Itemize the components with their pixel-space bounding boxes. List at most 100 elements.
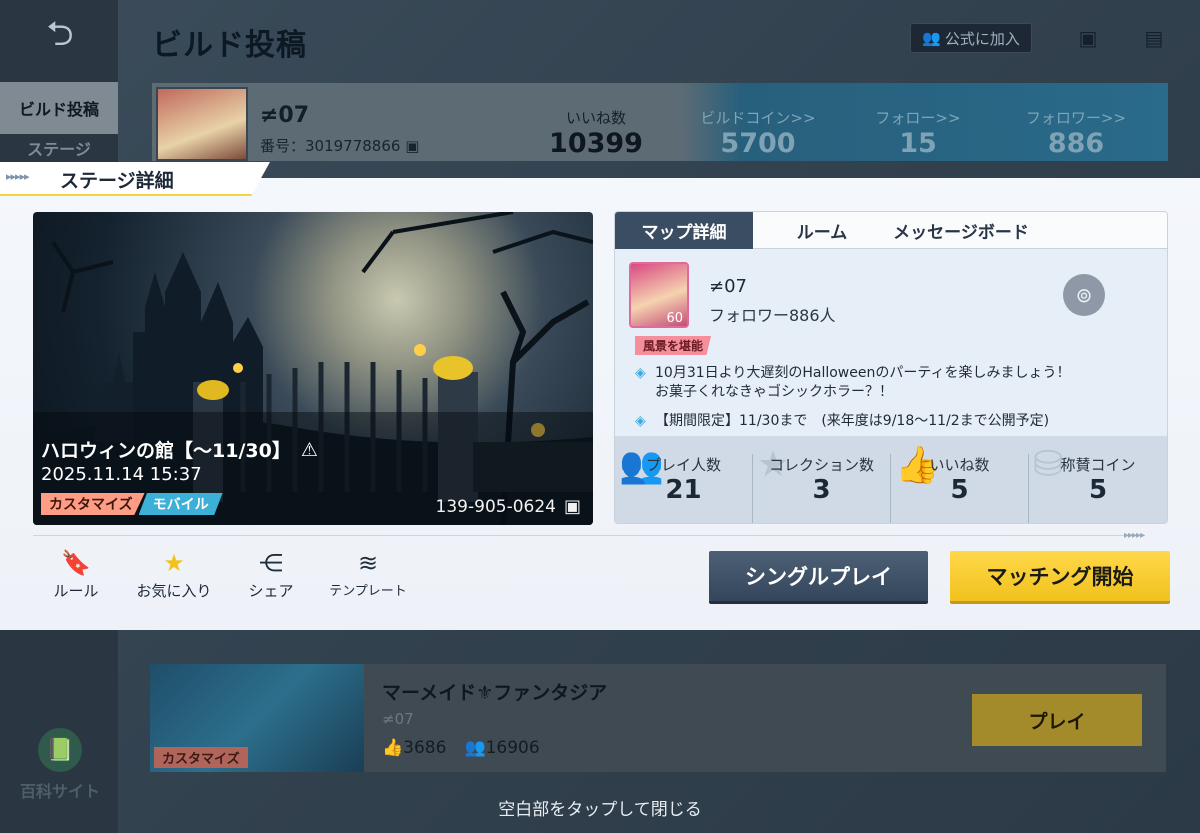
share-icon[interactable]: ⊚ bbox=[1063, 274, 1105, 316]
stats-row: 👥 プレイ人数 21 ★ コレクション数 3 👍 いいね数 5 ⛁ 称賛コイン … bbox=[615, 436, 1167, 523]
stage-code-text: 139-905-0624 bbox=[435, 496, 556, 517]
wiki-site-button[interactable]: 📗 百科サイト bbox=[10, 728, 110, 802]
stage-thumbnail: カスタマイズ bbox=[150, 664, 364, 772]
join-official-label: 公式に加入 bbox=[944, 29, 1020, 48]
tab-message-board[interactable]: メッセージボード bbox=[891, 212, 1031, 249]
stat-coins: ⛁ 称賛コイン 5 bbox=[1029, 444, 1167, 523]
start-matching-button[interactable]: マッチング開始 bbox=[950, 551, 1170, 601]
profile-likes: いいね数 10399 bbox=[536, 107, 656, 159]
play-button[interactable]: プレイ bbox=[972, 694, 1142, 746]
stat-label: 称賛コイン bbox=[1060, 456, 1136, 474]
profile-coins[interactable]: ビルドコイン>> 5700 bbox=[698, 107, 818, 159]
action-label: シェア bbox=[248, 582, 294, 600]
share-icon: ⋲ bbox=[259, 549, 283, 577]
join-official-button[interactable]: 👥 公式に加入 bbox=[910, 23, 1032, 53]
follow-label: フォロー>> bbox=[875, 109, 961, 127]
description-text: 【期間限定】11/30まで (来年度は9/18～11/2まで公開予定) bbox=[655, 413, 1050, 429]
modal-title: ステージ詳細 bbox=[60, 170, 174, 192]
stage-image: ハロウィンの館【～11/30】 ⚠ 2025.11.14 15:37 カスタマイ… bbox=[33, 212, 593, 525]
author-level: 60 bbox=[666, 311, 683, 326]
stage-title: ハロウィンの館【～11/30】 ⚠ bbox=[41, 436, 318, 463]
stage-card-title: マーメイド⚜ファンタジア bbox=[382, 682, 608, 704]
stage-card-stats: 👍3686 👥16906 bbox=[382, 738, 540, 758]
followers-value: 886 bbox=[1047, 128, 1105, 159]
single-play-button[interactable]: シングルプレイ bbox=[709, 551, 928, 601]
stage-tags: カスタマイズ モバイル bbox=[41, 493, 223, 515]
tag-customize: カスタマイズ bbox=[41, 493, 145, 515]
favorite-button[interactable]: ★ お気に入り bbox=[128, 546, 220, 601]
share-button[interactable]: ⋲ シェア bbox=[236, 546, 306, 601]
stat-value: 5 bbox=[950, 475, 969, 505]
likes-value: 10399 bbox=[549, 128, 643, 159]
coins-label: ビルドコイン>> bbox=[700, 109, 816, 127]
chat-icon[interactable]: ▤ bbox=[1142, 26, 1166, 50]
description-text: 10月31日より大遅刻のHalloweenのパーティを楽しみましょう！お菓子くれ… bbox=[655, 365, 1071, 400]
copy-icon[interactable]: ▣ bbox=[405, 137, 419, 155]
players-icon: 👥 bbox=[464, 738, 486, 758]
coins-value: 5700 bbox=[720, 128, 796, 159]
template-button[interactable]: ≋ テンプレート bbox=[322, 546, 414, 599]
stat-value: 3 bbox=[812, 475, 831, 505]
thumbs-up-icon: 👍 bbox=[382, 738, 404, 758]
detail-tabs: マップ詳細 ルーム メッセージボード bbox=[615, 212, 1167, 249]
tab-room[interactable]: ルーム bbox=[753, 212, 891, 249]
players-count: 16906 bbox=[485, 738, 540, 758]
author-name: ≠07 bbox=[709, 276, 747, 297]
rule-book-icon: 🔖 bbox=[61, 549, 91, 577]
warning-icon[interactable]: ⚠ bbox=[301, 439, 318, 461]
profile-name: ≠07 bbox=[260, 103, 310, 128]
profile-bar: ≠07 番号：3019778866 ▣ いいね数 10399 ビルドコイン>> … bbox=[152, 83, 1168, 161]
profile-id-label: 番号：3019778866 bbox=[260, 137, 401, 155]
description-line: ◈ 【期間限定】11/30まで (来年度は9/18～11/2まで公開予定) bbox=[635, 412, 1155, 431]
stage-detail-modal: ▸▸▸▸▸ ステージ詳細 ハロウィンの館【～11/30】 ⚠ 2025.11.1… bbox=[0, 162, 1200, 630]
sidebar-item-label: ステージ bbox=[27, 140, 91, 159]
star-icon: ★ bbox=[163, 549, 185, 577]
stat-label: プレイ人数 bbox=[645, 456, 721, 474]
diamond-bullet-icon: ◈ bbox=[635, 365, 646, 381]
stage-title-text: ハロウィンの館【～11/30】 bbox=[41, 440, 291, 462]
stage-card-players: 👥16906 bbox=[464, 738, 539, 758]
author-followers: フォロワー886人 bbox=[709, 306, 836, 325]
rule-button[interactable]: 🔖 ルール bbox=[40, 546, 112, 601]
back-button[interactable]: ⮌ bbox=[30, 14, 90, 58]
close-hint[interactable]: 空白部をタップして閉じる bbox=[0, 795, 1200, 820]
stat-likes: 👍 いいね数 5 bbox=[891, 445, 1029, 523]
action-label: お気に入り bbox=[136, 582, 212, 600]
stat-value: 5 bbox=[1088, 475, 1108, 505]
stage-card-likes: 👍3686 bbox=[382, 738, 446, 758]
wiki-icon: 📗 bbox=[38, 728, 82, 772]
stage-date: 2025.11.14 15:37 bbox=[41, 464, 202, 485]
stat-label: コレクション数 bbox=[768, 456, 874, 474]
stage-card-author: ≠07 bbox=[382, 710, 414, 728]
copy-icon[interactable]: ▣ bbox=[564, 496, 581, 517]
follow-value: 15 bbox=[899, 128, 937, 159]
description-line: ◈ 10月31日より大遅刻のHalloweenのパーティを楽しみましょう！お菓子… bbox=[635, 364, 1075, 402]
profile-id: 番号：3019778866 ▣ bbox=[260, 135, 419, 156]
likes-label: いいね数 bbox=[565, 109, 626, 127]
action-label: ルール bbox=[53, 582, 99, 600]
profile-follow[interactable]: フォロー>> 15 bbox=[858, 107, 978, 159]
divider-arrows-icon: ▸▸▸▸▸ bbox=[1124, 530, 1145, 541]
header-arrows-icon: ▸▸▸▸▸ bbox=[6, 170, 30, 183]
profile-followers[interactable]: フォロワー>> 886 bbox=[1016, 107, 1136, 159]
tab-map-detail[interactable]: マップ詳細 bbox=[615, 212, 753, 249]
stat-collections: ★ コレクション数 3 bbox=[753, 444, 891, 523]
stat-value: 21 bbox=[665, 475, 702, 505]
divider bbox=[33, 535, 1143, 536]
modal-header: ▸▸▸▸▸ ステージ詳細 bbox=[0, 162, 270, 196]
followers-label: フォロワー>> bbox=[1025, 109, 1127, 127]
page-title: ビルド投稿 bbox=[152, 28, 307, 63]
sidebar-item-build-posts[interactable]: ビルド投稿 bbox=[0, 82, 118, 134]
tag-mobile: モバイル bbox=[138, 493, 223, 515]
author-avatar[interactable]: 60 bbox=[629, 262, 689, 328]
stage-code: 139-905-0624 ▣ bbox=[436, 496, 581, 517]
stage-card[interactable]: カスタマイズ マーメイド⚜ファンタジア ≠07 👍3686 👥16906 プレイ bbox=[150, 664, 1166, 772]
layers-icon: ≋ bbox=[357, 549, 379, 577]
likes-count: 3686 bbox=[403, 738, 447, 758]
copy-icon[interactable]: ▣ bbox=[1076, 26, 1100, 50]
avatar[interactable] bbox=[156, 87, 248, 161]
tag-customize: カスタマイズ bbox=[154, 747, 248, 768]
stat-players: 👥 プレイ人数 21 bbox=[615, 445, 753, 523]
add-user-icon: 👥 bbox=[922, 29, 941, 47]
action-label: テンプレート bbox=[329, 584, 407, 599]
